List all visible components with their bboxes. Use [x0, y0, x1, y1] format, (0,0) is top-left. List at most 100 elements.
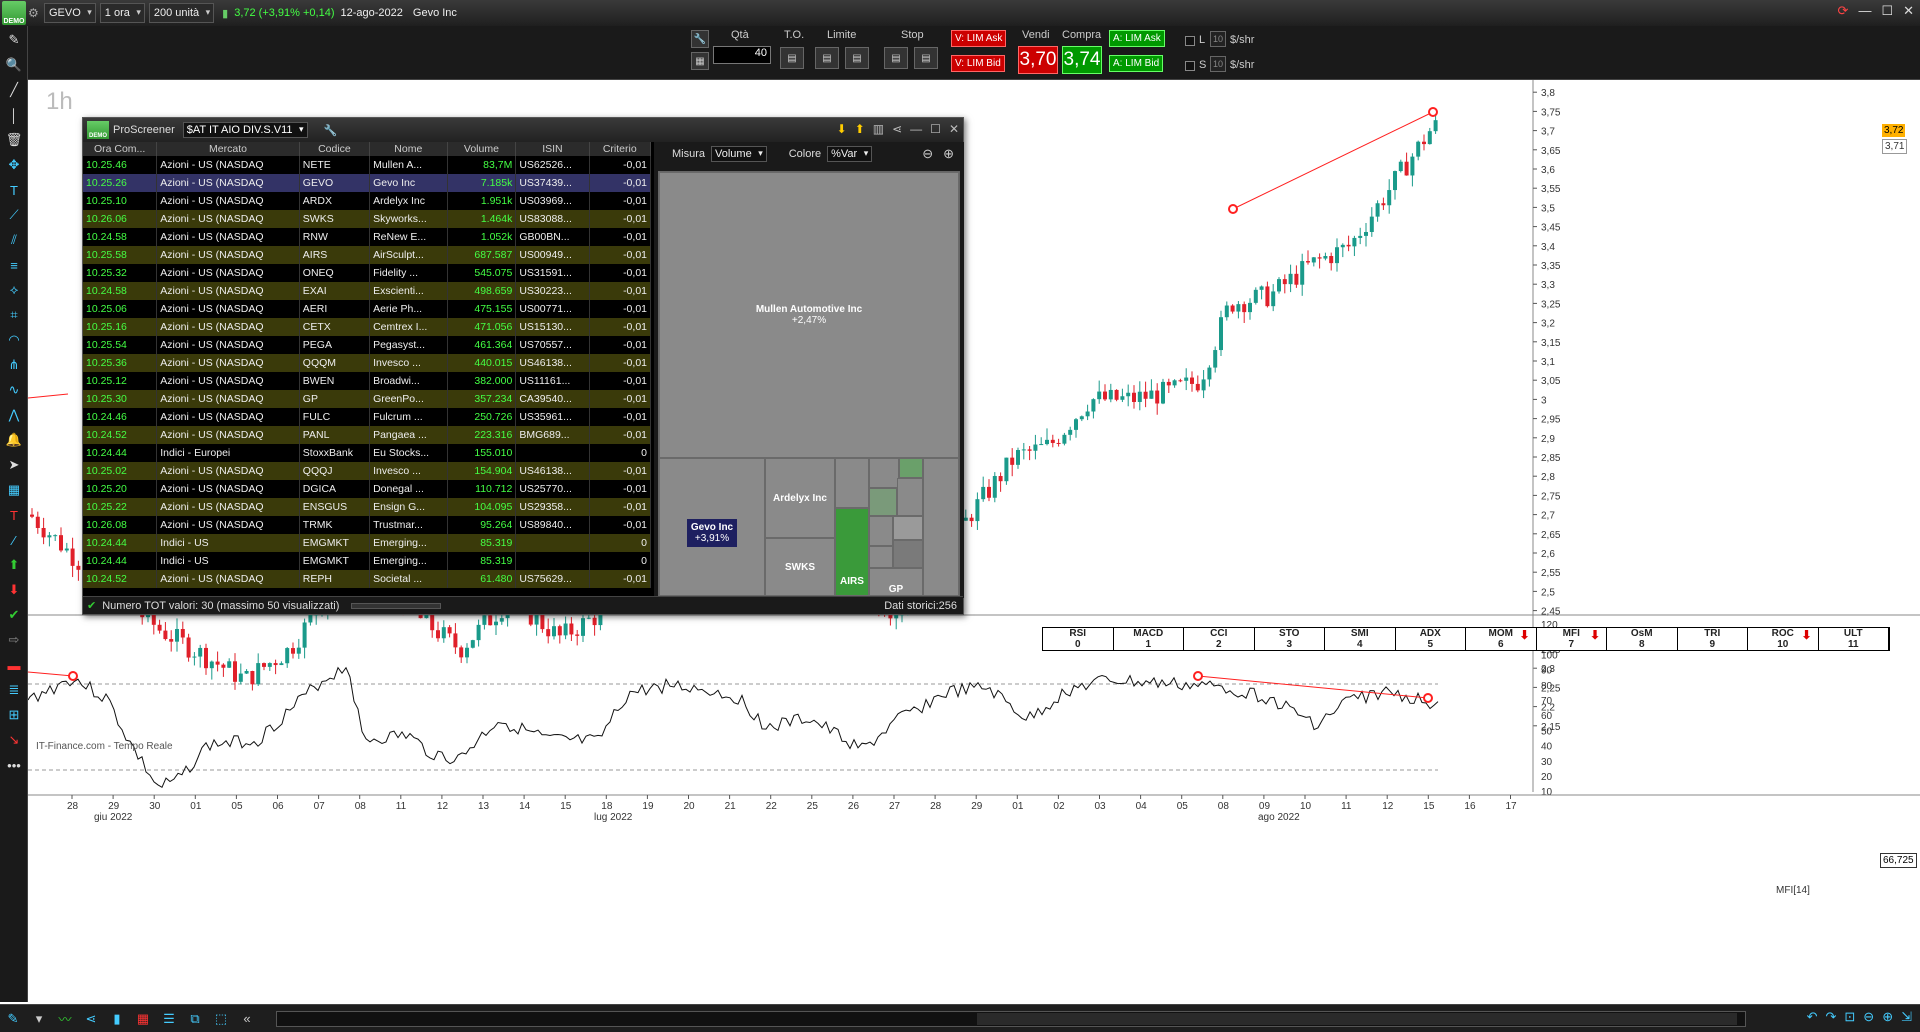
misura-select[interactable]: Volume	[711, 146, 767, 162]
fan-icon[interactable]: ⟡	[2, 279, 26, 301]
check-icon[interactable]: ✔	[2, 604, 26, 626]
s-checkbox[interactable]	[1185, 61, 1195, 71]
table-row[interactable]: 10.25.06 Azioni - US (NASDAQ AERI Aerie Ph.…	[83, 300, 652, 318]
table-row[interactable]: 10.25.46 Azioni - US (NASDAQ NETE Mullen A.…	[83, 156, 652, 174]
vertical-line-icon[interactable]: │	[2, 104, 26, 126]
table-row[interactable]: 10.26.08 Azioni - US (NASDAQ TRMK Trustmar.…	[83, 516, 652, 534]
l-checkbox[interactable]	[1185, 36, 1195, 46]
sync-icon[interactable]: ⟳	[1838, 3, 1849, 19]
scroll-thumb[interactable]	[977, 1013, 1737, 1025]
cursor-icon[interactable]: ➤	[2, 454, 26, 476]
line-tool-icon[interactable]: ╱	[2, 79, 26, 101]
table-row[interactable]: 10.25.16 Azioni - US (NASDAQ CETX Cemtrex I…	[83, 318, 652, 336]
limite-sell-button[interactable]: ▤	[845, 47, 869, 69]
arrow-up-icon[interactable]: ⬆	[2, 554, 26, 576]
brush-icon[interactable]: ⁄	[2, 529, 26, 551]
treemap-cell-fulc[interactable]	[893, 540, 923, 568]
channel-icon[interactable]: ⫽	[2, 229, 26, 251]
screener-list-select[interactable]: $AT IT AIO DIV.S.V11	[182, 122, 308, 138]
table-row[interactable]: 10.25.30 Azioni - US (NASDAQ GP GreenPo... 3…	[83, 390, 652, 408]
table-row[interactable]: 10.25.58 Azioni - US (NASDAQ AIRS AirSculpt…	[83, 246, 652, 264]
dropdown-icon[interactable]: ▾	[28, 1009, 50, 1029]
column-header[interactable]: Mercato	[156, 142, 300, 156]
arrow-down-icon[interactable]: ⬇	[2, 579, 26, 601]
qta-input[interactable]: 40	[713, 46, 771, 64]
indicator-tab-roc[interactable]: ROC 10 ⬇	[1748, 628, 1819, 650]
chart-style-icon[interactable]: ✎	[2, 1009, 24, 1029]
indicator-tab-mom[interactable]: MOM 6 ⬇	[1466, 628, 1537, 650]
arrow-right-icon[interactable]: ⇨	[2, 629, 26, 651]
table-row[interactable]: 10.24.52 Azioni - US (NASDAQ PANL Pangaea .…	[83, 426, 652, 444]
pattern-icon[interactable]: ⋀	[2, 404, 26, 426]
scale-icon[interactable]: ⇲	[1901, 1009, 1912, 1025]
treemap-cell-swks[interactable]: SWKS	[765, 538, 835, 596]
s-value[interactable]: 10	[1210, 56, 1226, 72]
download-icon[interactable]: ⬇	[837, 122, 847, 136]
fibonacci-icon[interactable]: ≡	[2, 254, 26, 276]
treemap-cell-qqqm[interactable]	[893, 516, 923, 540]
indicator-tab-mfi[interactable]: MFI 7 ⬇	[1537, 628, 1607, 650]
stop-sell-button[interactable]: ▤	[914, 47, 938, 69]
proscreener-window[interactable]: DEMO ProScreener $AT IT AIO DIV.S.V11 🔧 …	[82, 117, 964, 615]
close-icon[interactable]: ✕	[1903, 3, 1914, 19]
stop-buy-button[interactable]: ▤	[884, 47, 908, 69]
indicator-tab-tri[interactable]: TRI 9	[1678, 628, 1748, 650]
colore-select[interactable]: %Var	[827, 146, 873, 162]
sell-lim-ask-button[interactable]: V: LIM Ask	[951, 30, 1007, 47]
sell-price[interactable]: 3,70	[1018, 46, 1058, 74]
treemap-cell-pega[interactable]	[869, 516, 893, 546]
table-row[interactable]: 10.24.52 Azioni - US (NASDAQ REPH Societal …	[83, 570, 652, 588]
buy-lim-bid-button[interactable]: A: LIM Bid	[1109, 55, 1164, 72]
diagonal-arrow-icon[interactable]: ↘	[2, 729, 26, 751]
settings-icon[interactable]: ⚙	[28, 6, 42, 20]
table-row[interactable]: 10.25.36 Azioni - US (NASDAQ QQQM Invesco .…	[83, 354, 652, 372]
pencil-icon[interactable]: ✎	[2, 29, 26, 51]
text-tool-icon[interactable]: T	[2, 179, 26, 201]
table-row[interactable]: 10.25.02 Azioni - US (NASDAQ QQQJ Invesco .…	[83, 462, 652, 480]
indicator-tab-macd[interactable]: MACD 1	[1114, 628, 1184, 650]
treemap-cell-aeri[interactable]	[869, 488, 897, 516]
text-box-icon[interactable]: T	[2, 504, 26, 526]
layout-icon[interactable]: ▥	[873, 122, 884, 136]
treemap-cell-nete[interactable]: Mullen Automotive Inc +2,47%	[659, 172, 959, 458]
chart-type-icon[interactable]: ▮	[222, 7, 228, 20]
table-row[interactable]: 10.24.44 Indici - Europei StoxxBank Eu Stoc…	[83, 444, 652, 462]
minimize-icon[interactable]: —	[910, 122, 922, 136]
table-row[interactable]: 10.24.58 Azioni - US (NASDAQ RNW ReNew E...…	[83, 228, 652, 246]
column-header[interactable]: Codice	[299, 142, 371, 156]
buy-price[interactable]: 3,74	[1062, 46, 1102, 74]
table-row[interactable]: 10.24.58 Azioni - US (NASDAQ EXAI Exscienti…	[83, 282, 652, 300]
l-value[interactable]: 10	[1210, 31, 1226, 47]
table-row[interactable]: 10.25.54 Azioni - US (NASDAQ PEGA Pegasyst.…	[83, 336, 652, 354]
units-select[interactable]: 200 unità	[148, 3, 215, 23]
to-button[interactable]: ▤	[780, 47, 804, 69]
screener-titlebar[interactable]: DEMO ProScreener $AT IT AIO DIV.S.V11 🔧 …	[83, 118, 963, 142]
trendline-icon[interactable]: ⟋	[2, 204, 26, 226]
wrench-icon[interactable]: 🔧	[691, 30, 709, 48]
table-row[interactable]: 10.24.46 Azioni - US (NASDAQ FULC Fulcrum .…	[83, 408, 652, 426]
table-row[interactable]: 10.25.12 Azioni - US (NASDAQ BWEN Broadwi..…	[83, 372, 652, 390]
line-chart-icon[interactable]: 〰	[54, 1009, 76, 1029]
treemap-cell-rnw[interactable]	[835, 458, 869, 508]
grid-lines-icon[interactable]: ⊞	[2, 704, 26, 726]
indicator-tab-adx[interactable]: ADX 5	[1396, 628, 1466, 650]
indicator-tab-ult[interactable]: ULT 11	[1819, 628, 1889, 650]
list-icon[interactable]: ☰	[158, 1009, 180, 1029]
treemap-cell-bwen[interactable]	[869, 546, 893, 568]
scroll-start-icon[interactable]: «	[236, 1009, 258, 1029]
zoom-out-icon[interactable]: ⊖	[922, 146, 933, 162]
column-header[interactable]: Volume	[447, 142, 517, 156]
table-row[interactable]: 10.24.44 Indici - US EMGMKT Emerging... 85.3…	[83, 534, 652, 552]
column-header[interactable]: ISIN	[515, 142, 590, 156]
maximize-icon[interactable]: ☐	[1881, 3, 1893, 19]
timeframe-select[interactable]: 1 ora	[99, 3, 145, 23]
minimize-icon[interactable]: —	[1858, 3, 1871, 19]
buy-lim-ask-button[interactable]: A: LIM Ask	[1109, 30, 1165, 47]
grid-icon[interactable]: ▦	[2, 479, 26, 501]
share-icon[interactable]: ⋖	[80, 1009, 102, 1029]
fibo-time-icon[interactable]: ≣	[2, 679, 26, 701]
table-row[interactable]: 10.25.26 Azioni - US (NASDAQ GEVO Gevo Inc 7…	[83, 174, 652, 192]
indicator-tab-osm[interactable]: OsM 8	[1607, 628, 1678, 650]
treemap-cell-gp[interactable]: GP	[869, 568, 923, 596]
column-header[interactable]: Ora Com...	[83, 142, 158, 156]
